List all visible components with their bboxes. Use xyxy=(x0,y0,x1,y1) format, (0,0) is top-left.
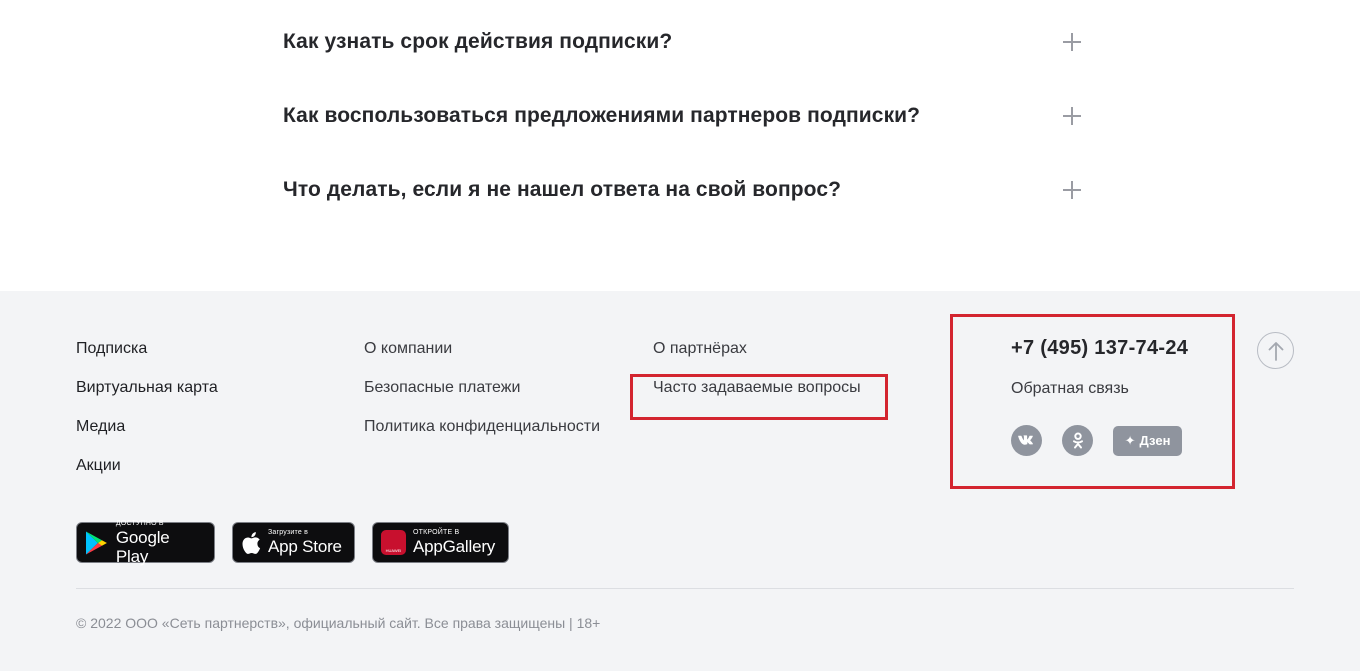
huawei-icon: HUAWEI xyxy=(381,530,406,555)
google-play-badge[interactable]: ДОСТУПНО В Google Play xyxy=(76,520,215,566)
arrow-up-icon xyxy=(1268,341,1283,361)
odnoklassniki-icon[interactable] xyxy=(1062,425,1093,456)
appgallery-badge[interactable]: HUAWEI ОТКРОЙТЕ В AppGallery xyxy=(372,522,509,563)
dzen-button[interactable]: ✦ Дзен xyxy=(1113,425,1182,456)
social-links: ✦ Дзен xyxy=(1011,425,1182,456)
store-name: Google Play xyxy=(115,527,170,566)
faq-item-partners[interactable]: Как воспользоваться предложениями партне… xyxy=(283,96,1083,136)
footer-divider xyxy=(76,588,1294,589)
copyright-text: © 2022 ООО «Сеть партнерств», официальны… xyxy=(76,615,601,631)
contact-block: +7 (495) 137-74-24 Обратная связь ✦ Дзен xyxy=(1011,337,1188,456)
plus-icon[interactable] xyxy=(1063,107,1081,125)
feedback-link[interactable]: Обратная связь xyxy=(1011,380,1129,398)
footer-link-about[interactable]: О компании xyxy=(364,339,600,378)
footer-link-partners[interactable]: О партнёрах xyxy=(653,339,861,378)
footer-link-privacy-policy[interactable]: Политика конфиденциальности xyxy=(364,417,600,456)
dzen-star-icon: ✦ xyxy=(1124,432,1136,448)
store-name: AppGallery xyxy=(413,537,496,556)
footer-nav-column-2: О компании Безопасные платежи Политика к… xyxy=(364,339,600,456)
faq-question: Как воспользоваться предложениями партне… xyxy=(283,104,921,127)
footer-link-subscription[interactable]: Подписка xyxy=(76,339,218,378)
store-text: ДОСТУПНО В Google Play xyxy=(116,520,206,566)
dzen-label: Дзен xyxy=(1139,433,1171,448)
footer-link-promotions[interactable]: Акции xyxy=(76,456,218,495)
store-caption: ОТКРОЙТЕ В xyxy=(413,529,460,536)
store-text: ОТКРОЙТЕ В AppGallery xyxy=(413,529,495,556)
faq-item-no-answer[interactable]: Что делать, если я не нашел ответа на св… xyxy=(283,170,1083,210)
footer-link-virtual-card[interactable]: Виртуальная карта xyxy=(76,378,218,417)
plus-icon[interactable] xyxy=(1063,33,1081,51)
vk-icon[interactable] xyxy=(1011,425,1042,456)
google-play-icon xyxy=(85,531,107,554)
store-text: Загрузите в App Store xyxy=(268,529,342,556)
faq-item-expiry[interactable]: Как узнать срок действия подписки? xyxy=(283,22,1083,62)
footer-nav-column-1: Подписка Виртуальная карта Медиа Акции xyxy=(76,339,218,495)
scroll-to-top-button[interactable] xyxy=(1257,332,1294,369)
footer-link-secure-payments[interactable]: Безопасные платежи xyxy=(364,378,600,417)
app-store-badges: ДОСТУПНО В Google Play Загрузите в App S… xyxy=(76,520,509,566)
faq-question: Что делать, если я не нашел ответа на св… xyxy=(283,178,842,201)
faq-question: Как узнать срок действия подписки? xyxy=(283,30,673,53)
apple-icon xyxy=(242,531,261,554)
huawei-icon-text: HUAWEI xyxy=(385,548,402,553)
store-caption: ДОСТУПНО В xyxy=(115,519,164,527)
phone-number[interactable]: +7 (495) 137-74-24 xyxy=(1011,337,1188,360)
app-store-badge[interactable]: Загрузите в App Store xyxy=(232,522,355,563)
highlight-box-faq-link xyxy=(630,374,888,420)
footer-link-media[interactable]: Медиа xyxy=(76,417,218,456)
store-caption: Загрузите в xyxy=(268,529,308,536)
plus-icon[interactable] xyxy=(1063,181,1081,199)
store-name: App Store xyxy=(268,537,342,556)
faq-section: Как узнать срок действия подписки? Как в… xyxy=(0,0,1360,291)
